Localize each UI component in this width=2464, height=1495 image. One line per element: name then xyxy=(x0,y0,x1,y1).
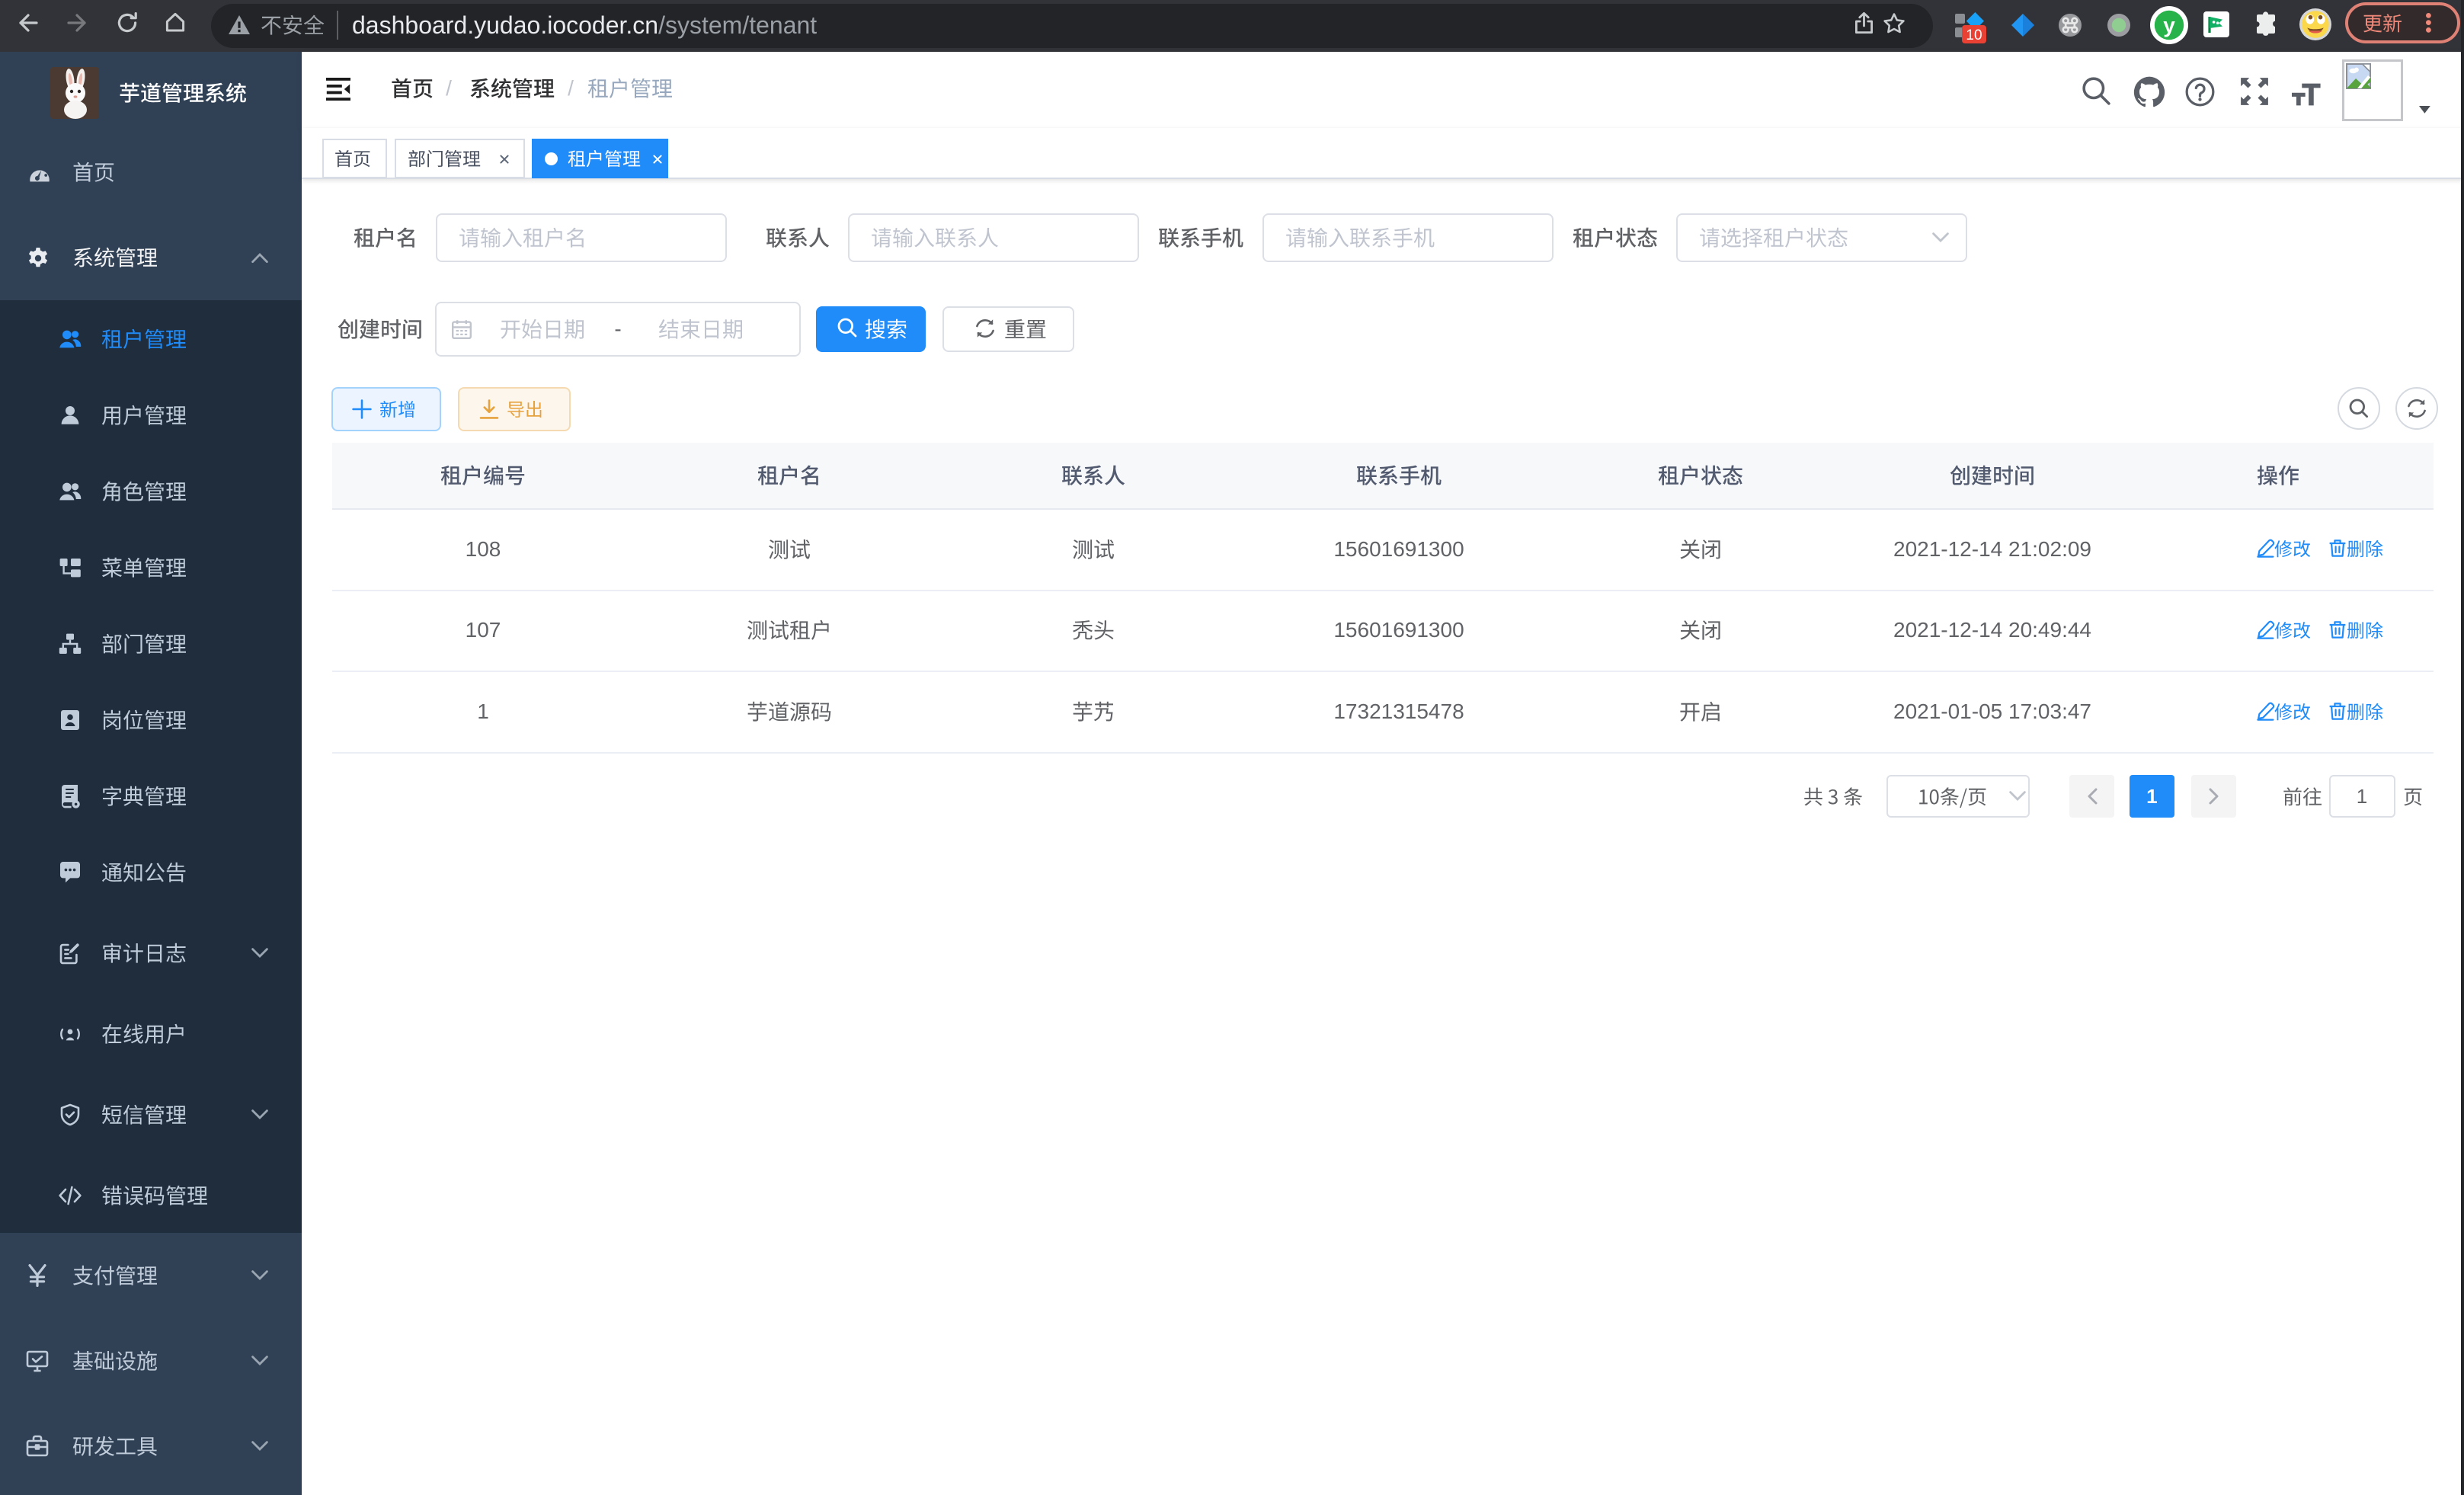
svg-text:y: y xyxy=(2163,14,2175,37)
svg-text:10: 10 xyxy=(1966,27,1982,43)
